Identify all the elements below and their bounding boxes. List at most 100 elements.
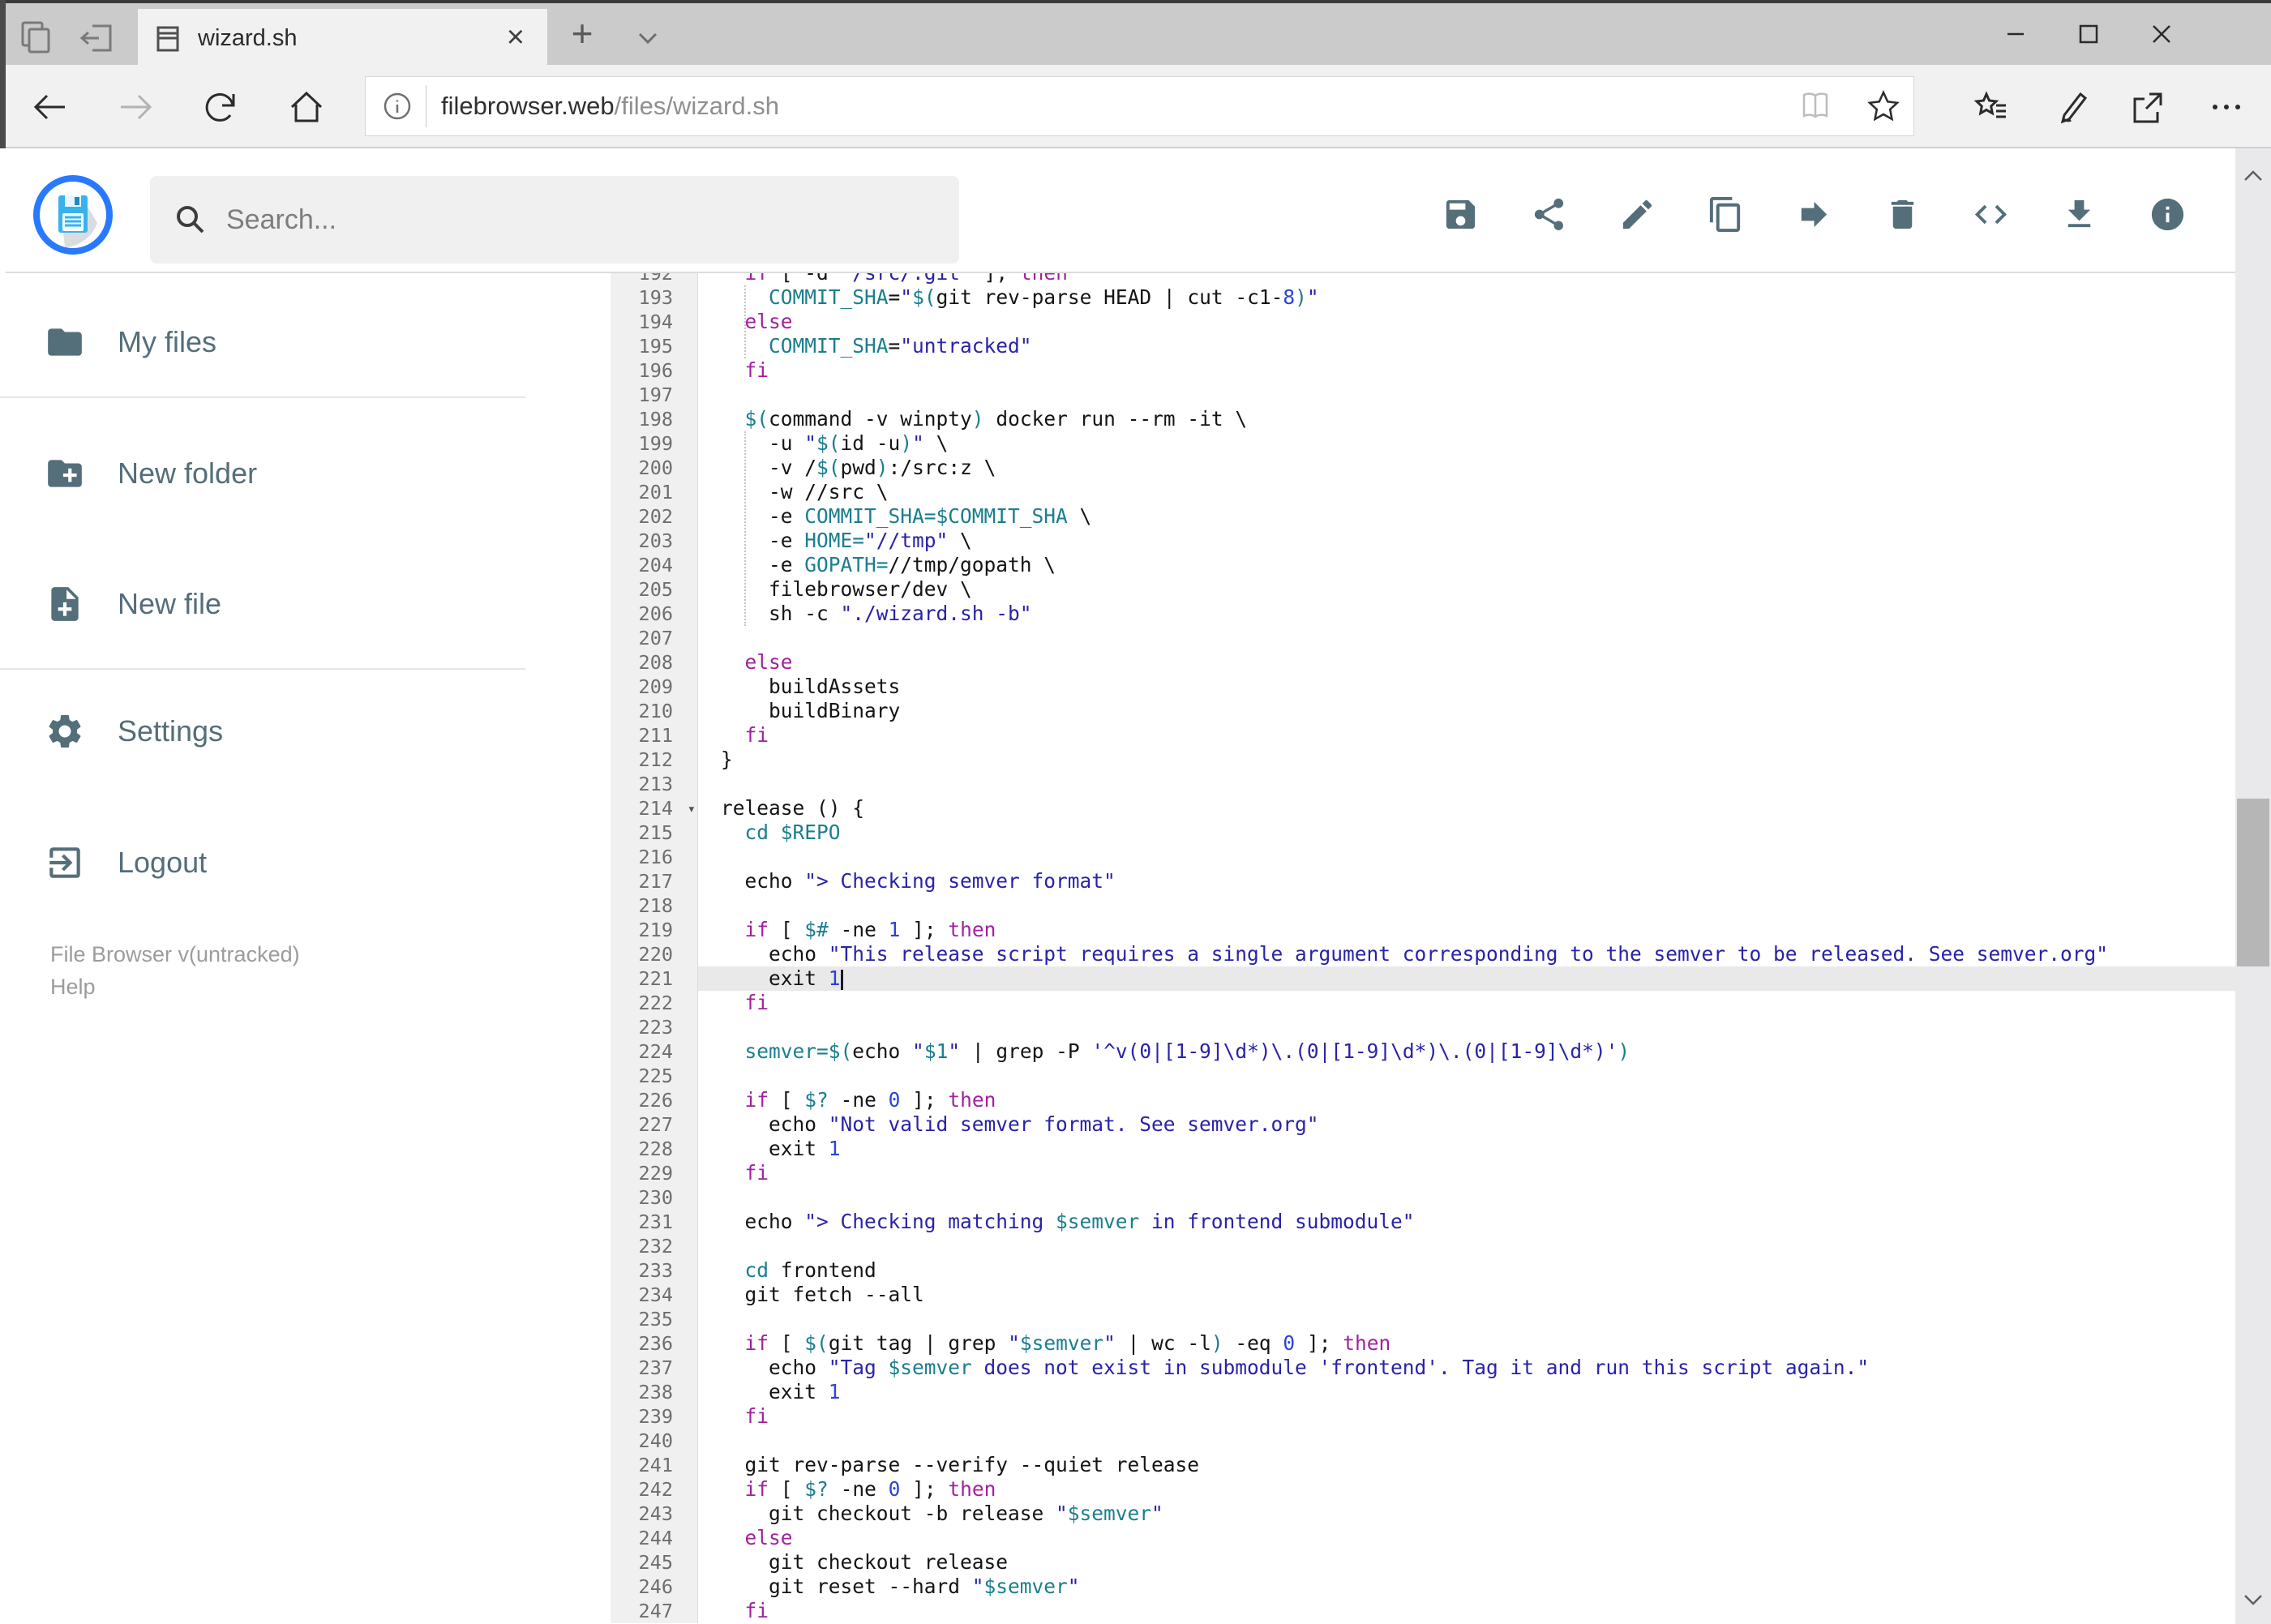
code-text[interactable]: if [ $? -ne 0 ]; then [698, 1088, 2235, 1112]
code-line[interactable]: 209 buildAssets [611, 675, 2235, 699]
code-editor[interactable]: 192 if [ -d "/src/.git" ]; then193 COMMI… [611, 273, 2235, 1624]
page-scrollbar[interactable] [2235, 148, 2271, 1624]
more-options-icon[interactable] [2207, 88, 2246, 126]
code-text[interactable]: fi [698, 991, 2235, 1015]
source-code-button[interactable] [1972, 195, 2010, 234]
code-line[interactable]: 195 COMMIT_SHA="untracked" [611, 334, 2235, 358]
code-line[interactable]: 222 fi [611, 991, 2235, 1015]
code-text[interactable]: buildAssets [698, 675, 2235, 699]
close-window-button[interactable] [2124, 3, 2199, 65]
code-text[interactable]: buildBinary [698, 699, 2235, 723]
code-line[interactable]: 237 echo "Tag $semver does not exist in … [611, 1356, 2235, 1380]
fold-arrow-icon[interactable]: ▾ [688, 797, 696, 821]
code-line[interactable]: 199 -u "$(id -u)" \ [611, 431, 2235, 456]
code-text[interactable] [698, 772, 2235, 796]
code-text[interactable]: else [698, 650, 2235, 675]
refresh-button[interactable] [201, 88, 240, 126]
code-line[interactable]: 217 echo "> Checking semver format" [611, 869, 2235, 893]
back-button[interactable] [31, 88, 70, 126]
code-text[interactable]: COMMIT_SHA="untracked" [698, 334, 2235, 358]
code-text[interactable]: else [698, 1526, 2235, 1550]
forward-button[interactable] [116, 88, 155, 126]
move-button[interactable] [1795, 195, 1833, 234]
tab-preview-icon[interactable] [16, 18, 55, 57]
code-text[interactable]: exit 1 [698, 966, 2235, 991]
code-text[interactable]: -e HOME="//tmp" \ [698, 529, 2235, 553]
home-button[interactable] [287, 88, 326, 126]
code-line[interactable]: 243 git checkout -b release "$semver" [611, 1502, 2235, 1526]
address-bar[interactable]: filebrowser.web/files/wizard.sh [365, 76, 1914, 136]
help-link[interactable]: Help [50, 971, 300, 1003]
code-line[interactable]: 221 exit 1 [611, 966, 2235, 991]
code-line[interactable]: 235 [611, 1307, 2235, 1331]
code-text[interactable] [698, 1015, 2235, 1039]
sidebar-item-new-file[interactable]: New file [0, 565, 527, 643]
code-line[interactable]: 205 filebrowser/dev \ [611, 577, 2235, 602]
rename-button[interactable] [1618, 195, 1656, 234]
code-line[interactable]: 238 exit 1 [611, 1380, 2235, 1404]
code-line[interactable]: 226 if [ $? -ne 0 ]; then [611, 1088, 2235, 1112]
code-text[interactable] [698, 1307, 2235, 1331]
code-text[interactable]: fi [698, 358, 2235, 383]
download-button[interactable] [2060, 195, 2098, 234]
code-line[interactable]: 247 fi [611, 1599, 2235, 1623]
set-tabs-aside-icon[interactable] [78, 18, 117, 57]
code-text[interactable]: semver=$(echo "$1" | grep -P '^v(0|[1-9]… [698, 1039, 2235, 1064]
code-line[interactable]: 227 echo "Not valid semver format. See s… [611, 1112, 2235, 1137]
favorites-hub-icon[interactable] [1972, 88, 2011, 126]
code-line[interactable]: 194 else [611, 310, 2235, 334]
filebrowser-logo[interactable] [32, 174, 114, 255]
code-line[interactable]: 240 [611, 1429, 2235, 1453]
code-text[interactable]: git reset --hard "$semver" [698, 1575, 2235, 1599]
code-line[interactable]: 212} [611, 748, 2235, 772]
scrollbar-thumb[interactable] [2237, 799, 2269, 966]
code-line[interactable]: 220 echo "This release script requires a… [611, 942, 2235, 966]
code-text[interactable]: -w //src \ [698, 480, 2235, 504]
code-text[interactable]: -e GOPATH=//tmp/gopath \ [698, 553, 2235, 577]
code-line[interactable]: 229 fi [611, 1161, 2235, 1185]
code-line[interactable]: 207 [611, 626, 2235, 650]
scroll-up-icon[interactable] [2240, 163, 2266, 189]
minimize-button[interactable] [1978, 3, 2053, 65]
code-text[interactable]: fi [698, 1404, 2235, 1429]
code-line[interactable]: 233 cd frontend [611, 1258, 2235, 1283]
code-line[interactable]: 214 ▾ release () { [611, 796, 2235, 821]
code-text[interactable]: fi [698, 723, 2235, 748]
code-text[interactable]: exit 1 [698, 1380, 2235, 1404]
code-line[interactable]: 241 git rev-parse --verify --quiet relea… [611, 1453, 2235, 1477]
code-line[interactable]: 232 [611, 1234, 2235, 1258]
code-text[interactable] [698, 626, 2235, 650]
code-text[interactable]: git rev-parse --verify --quiet release [698, 1453, 2235, 1477]
code-line[interactable]: 246 git reset --hard "$semver" [611, 1575, 2235, 1599]
code-text[interactable]: cd $REPO [698, 821, 2235, 845]
new-tab-button[interactable]: + [559, 11, 605, 57]
sidebar-item-new-folder[interactable]: New folder [0, 435, 527, 512]
code-text[interactable]: echo "Tag $semver does not exist in subm… [698, 1356, 2235, 1380]
search-input[interactable] [226, 204, 875, 236]
maximize-button[interactable] [2051, 3, 2126, 65]
code-text[interactable]: exit 1 [698, 1137, 2235, 1161]
code-line[interactable]: 224 semver=$(echo "$1" | grep -P '^v(0|[… [611, 1039, 2235, 1064]
code-text[interactable] [698, 383, 2235, 407]
code-text[interactable]: git fetch --all [698, 1283, 2235, 1307]
copy-button[interactable] [1707, 195, 1745, 234]
code-text[interactable]: fi [698, 1161, 2235, 1185]
search-bar[interactable] [150, 176, 959, 264]
code-text[interactable]: else [698, 310, 2235, 334]
code-text[interactable] [698, 845, 2235, 869]
code-text[interactable] [698, 1234, 2235, 1258]
code-text[interactable]: echo "> Checking matching $semver in fro… [698, 1210, 2235, 1234]
code-line[interactable]: 234 git fetch --all [611, 1283, 2235, 1307]
code-line[interactable]: 206 sh -c "./wizard.sh -b" [611, 602, 2235, 626]
share-button[interactable] [1530, 195, 1568, 234]
code-text[interactable]: git checkout release [698, 1550, 2235, 1575]
tab-list-chevron-icon[interactable] [628, 18, 667, 57]
info-button[interactable] [2149, 195, 2187, 234]
code-line[interactable]: 215 cd $REPO [611, 821, 2235, 845]
code-line[interactable]: 202 -e COMMIT_SHA=$COMMIT_SHA \ [611, 504, 2235, 529]
code-line[interactable]: 210 buildBinary [611, 699, 2235, 723]
code-line[interactable]: 213 [611, 772, 2235, 796]
code-text[interactable]: if [ $? -ne 0 ]; then [698, 1477, 2235, 1502]
code-line[interactable]: 203 -e HOME="//tmp" \ [611, 529, 2235, 553]
code-text[interactable]: filebrowser/dev \ [698, 577, 2235, 602]
